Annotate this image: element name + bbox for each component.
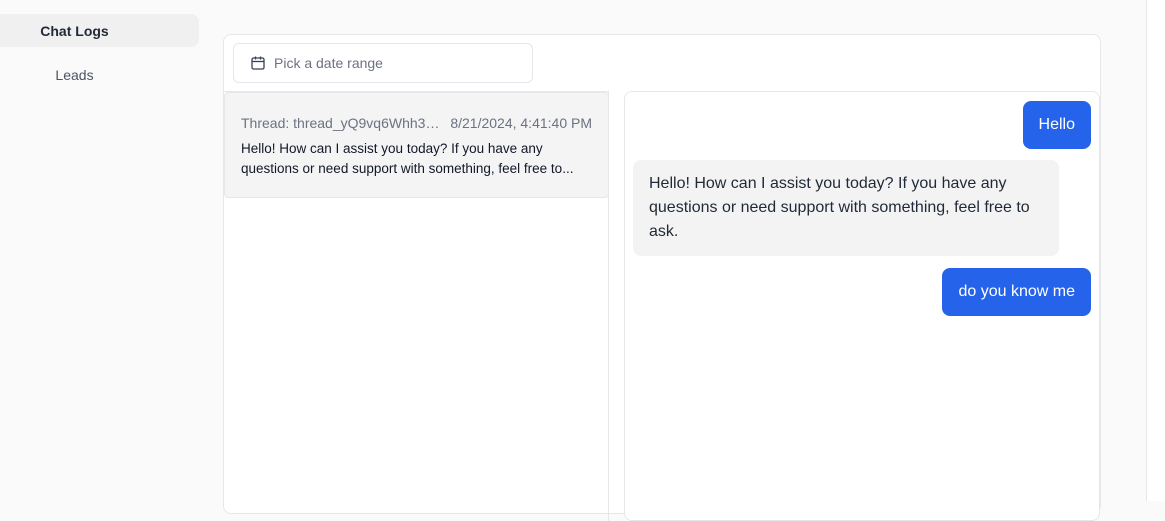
assistant-message: Hello! How can I assist you today? If yo…	[633, 160, 1059, 256]
sidebar-item-leads[interactable]: Leads	[0, 58, 199, 91]
sidebar-item-label: Chat Logs	[40, 22, 109, 39]
date-range-placeholder: Pick a date range	[274, 55, 383, 71]
date-range-picker-button[interactable]: Pick a date range	[233, 43, 533, 83]
user-message: do you know me	[942, 268, 1091, 316]
thread-timestamp: 8/21/2024, 4:41:40 PM	[450, 115, 592, 131]
chat-logs-panel: Pick a date range Thread: thread_yQ9vq6W…	[223, 34, 1101, 521]
thread-item[interactable]: Thread: thread_yQ9vq6Whh39... 8/21/2024,…	[224, 92, 609, 198]
sidebar-item-label: Leads	[55, 66, 94, 83]
thread-header: Thread: thread_yQ9vq6Whh39... 8/21/2024,…	[241, 115, 592, 131]
thread-preview: Hello! How can I assist you today? If yo…	[241, 141, 574, 176]
sidebar-item-chat-logs[interactable]: Chat Logs	[0, 14, 199, 47]
scrollbar[interactable]	[1146, 0, 1165, 501]
thread-id: Thread: thread_yQ9vq6Whh39...	[241, 115, 441, 131]
calendar-icon	[251, 56, 265, 70]
sidebar: Chat Logs Leads	[0, 0, 205, 501]
chat-transcript: Hello Hello! How can I assist you today?…	[624, 91, 1100, 521]
thread-list: Thread: thread_yQ9vq6Whh39... 8/21/2024,…	[224, 91, 609, 521]
user-message: Hello	[1022, 101, 1091, 149]
